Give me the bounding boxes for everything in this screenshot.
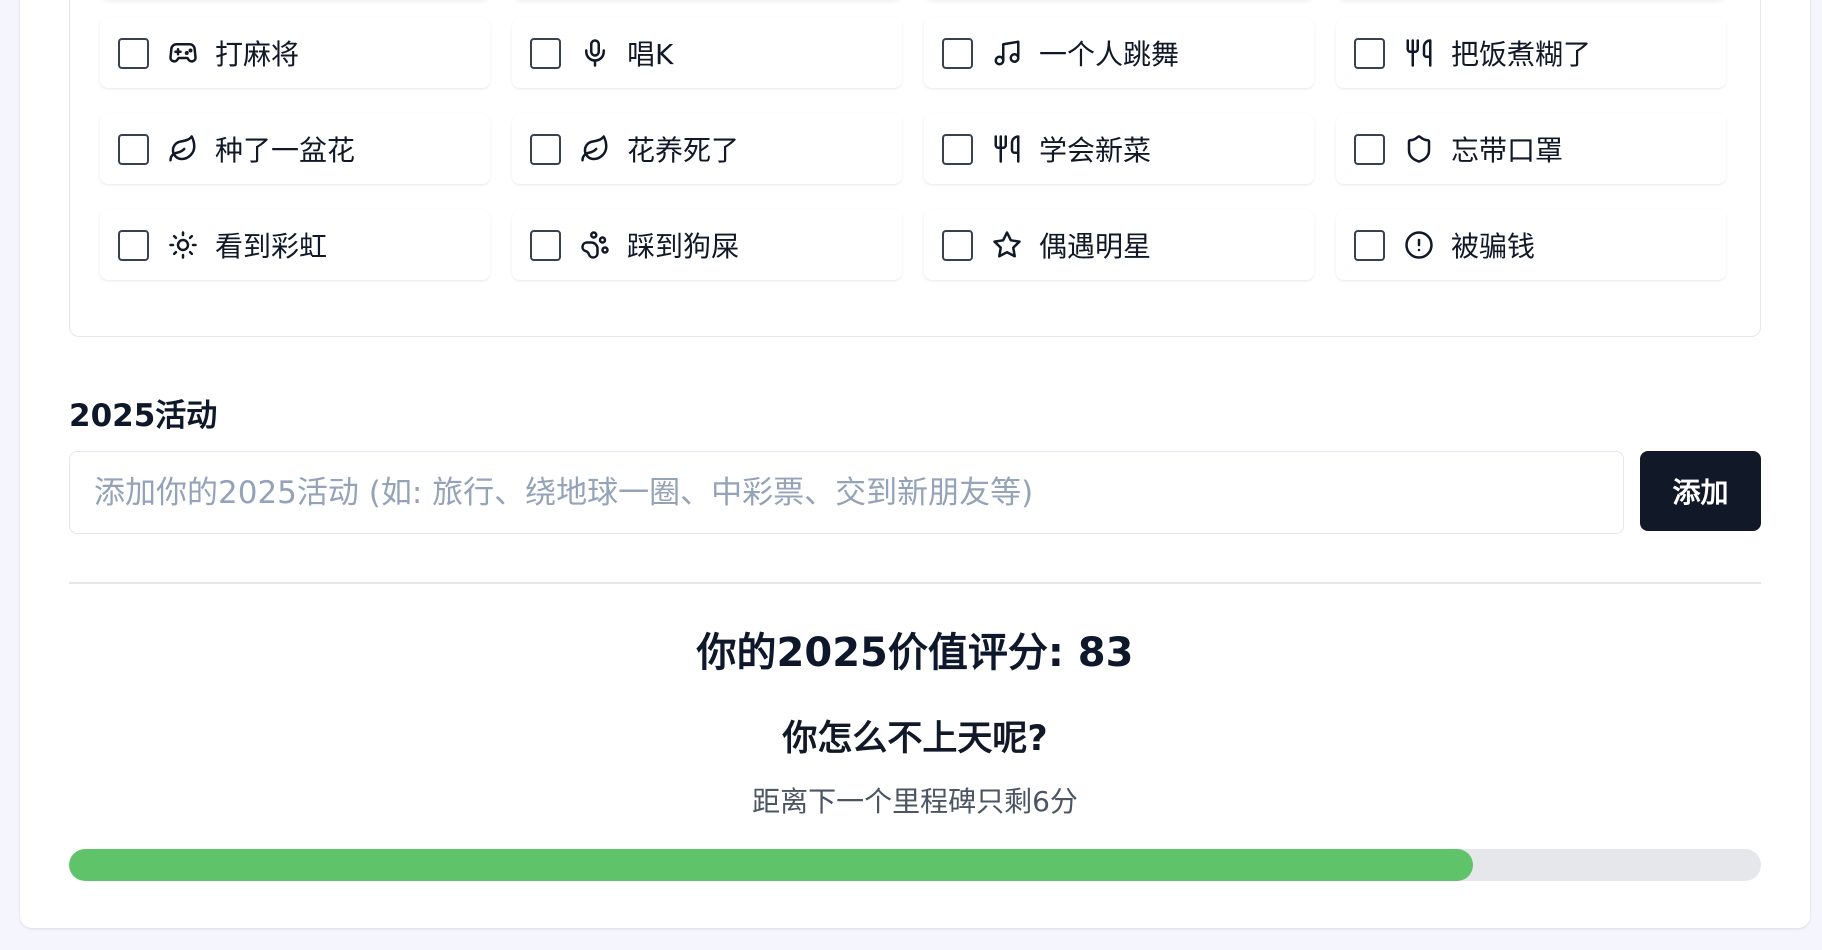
activity-label: 把饭煮糊了 <box>1451 38 1592 71</box>
gamepad-icon <box>167 37 199 69</box>
activity-item[interactable]: 被骗钱 <box>1336 210 1726 280</box>
activity-label: 看到彩虹 <box>215 230 328 263</box>
activity-item[interactable]: 唱K <box>512 18 902 88</box>
activity-item[interactable]: 把饭煮糊了 <box>1336 18 1726 88</box>
alert-circle-icon <box>1403 229 1435 261</box>
activity-checkbox[interactable] <box>118 133 149 165</box>
paw-icon <box>579 229 611 261</box>
activity-label: 踩到狗屎 <box>627 230 740 263</box>
utensils-icon <box>991 133 1023 165</box>
activity-label: 唱K <box>627 38 674 71</box>
activity-checkbox[interactable] <box>942 229 973 261</box>
activity-checkbox[interactable] <box>1354 229 1385 261</box>
activity-checkbox[interactable] <box>530 229 561 261</box>
custom-activity-input[interactable] <box>69 451 1624 534</box>
sun-icon <box>167 229 199 261</box>
divider <box>69 582 1761 584</box>
leaf-icon <box>167 133 199 165</box>
activity-checkbox[interactable] <box>1354 37 1385 69</box>
activity-label: 忘带口罩 <box>1451 134 1564 167</box>
activity-label: 花养死了 <box>627 134 740 167</box>
activity-item[interactable]: 种了一盆花 <box>100 114 490 184</box>
progress-fill <box>69 849 1474 881</box>
activity-item[interactable]: 踩到狗屎 <box>512 210 902 280</box>
score-heading: 你的2025价值评分: 83 <box>696 630 1134 676</box>
activity-item[interactable]: 偶遇明星 <box>924 210 1314 280</box>
activity-label: 一个人跳舞 <box>1039 38 1180 71</box>
microphone-icon <box>579 37 611 69</box>
utensils-icon <box>1403 37 1435 69</box>
activity-label: 打麻将 <box>215 38 300 71</box>
shield-icon <box>1403 133 1435 165</box>
verdict-text: 你怎么不上天呢? <box>782 719 1048 759</box>
activity-item[interactable]: 打麻将 <box>100 18 490 88</box>
activity-item[interactable]: 花养死了 <box>512 114 902 184</box>
activity-checkbox[interactable] <box>942 133 973 165</box>
custom-activity-title: 2025活动 <box>69 398 218 434</box>
leaf-icon <box>579 133 611 165</box>
activity-checkbox[interactable] <box>530 37 561 69</box>
activity-item[interactable]: 看到彩虹 <box>100 210 490 280</box>
milestone-hint: 距离下一个里程碑只剩6分 <box>752 785 1078 818</box>
score-progress-bar <box>69 849 1761 881</box>
activity-checkbox[interactable] <box>942 37 973 69</box>
activity-item[interactable]: 忘带口罩 <box>1336 114 1726 184</box>
star-icon <box>991 229 1023 261</box>
activity-label: 学会新菜 <box>1039 134 1152 167</box>
activity-checkbox[interactable] <box>530 133 561 165</box>
activity-checkbox[interactable] <box>118 229 149 261</box>
activity-item[interactable]: 学会新菜 <box>924 114 1314 184</box>
music-icon <box>991 37 1023 69</box>
activity-checkbox[interactable] <box>118 37 149 69</box>
activity-label: 种了一盆花 <box>215 134 356 167</box>
activity-label: 被骗钱 <box>1451 230 1536 263</box>
activity-item[interactable]: 一个人跳舞 <box>924 18 1314 88</box>
activity-grid: 打麻将 唱K 一个人跳舞 把饭煮糊了种了一盆花 花养死了 学会新菜 忘带口罩看到彩虹 踩到狗屎… <box>100 18 1730 280</box>
activity-label: 偶遇明星 <box>1039 230 1152 263</box>
add-button[interactable]: 添加 <box>1640 451 1761 531</box>
activity-checkbox[interactable] <box>1354 133 1385 165</box>
